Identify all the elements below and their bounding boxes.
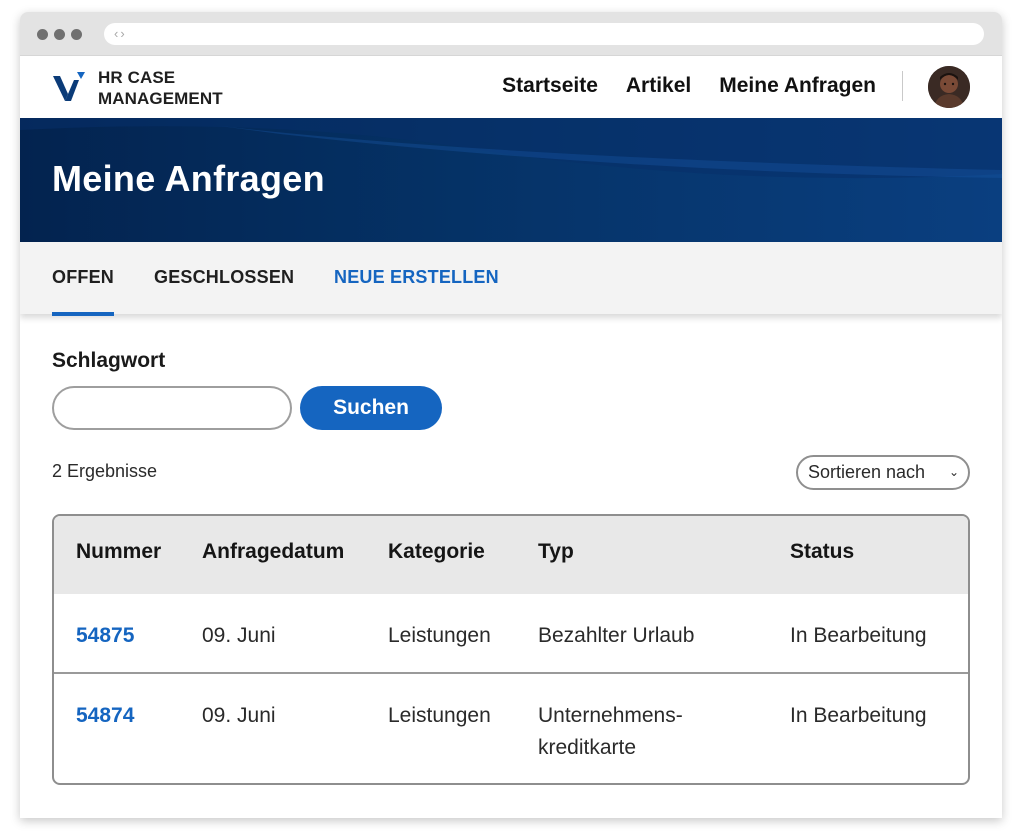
nav-link-startseite[interactable]: Startseite bbox=[502, 74, 598, 98]
nav-link-meine-anfragen[interactable]: Meine Anfragen bbox=[719, 74, 876, 98]
request-category: Leistungen bbox=[388, 704, 491, 727]
tab-geschlossen[interactable]: GESCHLOSSEN bbox=[154, 267, 294, 288]
search-label: Schlagwort bbox=[52, 349, 166, 372]
chevron-down-icon: ⌄ bbox=[948, 465, 959, 479]
sort-label: Sortieren nach bbox=[808, 462, 926, 482]
request-type: Bezahlter Urlaub bbox=[538, 624, 695, 647]
request-date: 09. Juni bbox=[202, 704, 276, 727]
column-header-kategorie[interactable]: Kategorie bbox=[388, 540, 485, 564]
request-status: In Bearbeitung bbox=[790, 704, 927, 727]
main-nav: Startseite Artikel Meine Anfragen bbox=[502, 74, 876, 98]
request-type-line-1: Unternehmens- bbox=[538, 704, 683, 727]
user-avatar[interactable] bbox=[928, 66, 970, 108]
brand-name: HR CASE MANAGEMENT bbox=[98, 67, 223, 109]
tab-offen[interactable]: OFFEN bbox=[52, 267, 114, 316]
request-type: Unternehmens- kreditkarte bbox=[538, 700, 683, 764]
page-title: Meine Anfragen bbox=[52, 158, 325, 199]
browser-chrome: ‹› bbox=[20, 12, 1002, 56]
column-header-nummer[interactable]: Nummer bbox=[76, 540, 161, 564]
address-bar[interactable]: ‹› bbox=[104, 23, 984, 45]
brand-line-2: MANAGEMENT bbox=[98, 89, 223, 108]
window-control-dot[interactable] bbox=[54, 29, 65, 40]
request-date: 09. Juni bbox=[202, 624, 276, 647]
request-status: In Bearbeitung bbox=[790, 624, 927, 647]
user-avatar-icon bbox=[928, 66, 970, 108]
window-control-dot[interactable] bbox=[71, 29, 82, 40]
top-navigation: HR CASE MANAGEMENT Startseite Artikel Me… bbox=[20, 56, 1002, 118]
table-row[interactable]: 54875 09. Juni Leistungen Bezahlter Urla… bbox=[54, 594, 968, 674]
column-header-status[interactable]: Status bbox=[790, 540, 854, 564]
column-header-anfragedatum[interactable]: Anfragedatum bbox=[202, 540, 344, 564]
requests-table: Nummer Anfragedatum Kategorie Typ Status… bbox=[52, 514, 970, 785]
tab-bar: OFFEN GESCHLOSSEN NEUE ERSTELLEN bbox=[20, 242, 1002, 316]
results-count: 2 Ergebnisse bbox=[52, 461, 158, 481]
column-header-typ[interactable]: Typ bbox=[538, 540, 574, 564]
page-hero: Meine Anfragen bbox=[20, 118, 1002, 242]
brand-logo-icon bbox=[53, 72, 85, 101]
browser-window: ‹› HR CASE MANAGEMENT Startseite Artikel… bbox=[20, 12, 1002, 818]
request-category: Leistungen bbox=[388, 624, 491, 647]
back-forward-icon[interactable]: ‹› bbox=[114, 26, 127, 41]
search-input[interactable] bbox=[52, 386, 292, 430]
sort-dropdown[interactable]: Sortieren nach ⌄ bbox=[796, 455, 970, 490]
nav-link-artikel[interactable]: Artikel bbox=[626, 74, 691, 98]
request-number-link[interactable]: 54875 bbox=[76, 620, 134, 652]
window-control-dot[interactable] bbox=[37, 29, 48, 40]
table-header: Nummer Anfragedatum Kategorie Typ Status bbox=[54, 516, 968, 594]
nav-divider bbox=[902, 71, 903, 101]
request-type-line-2: kreditkarte bbox=[538, 736, 637, 759]
search-button[interactable]: Suchen bbox=[300, 386, 442, 430]
tab-neue-erstellen[interactable]: NEUE ERSTELLEN bbox=[334, 267, 499, 288]
request-number-link[interactable]: 54874 bbox=[76, 700, 134, 732]
brand-line-1: HR CASE bbox=[98, 68, 176, 87]
table-row[interactable]: 54874 09. Juni Leistungen Unternehmens- … bbox=[54, 674, 968, 783]
